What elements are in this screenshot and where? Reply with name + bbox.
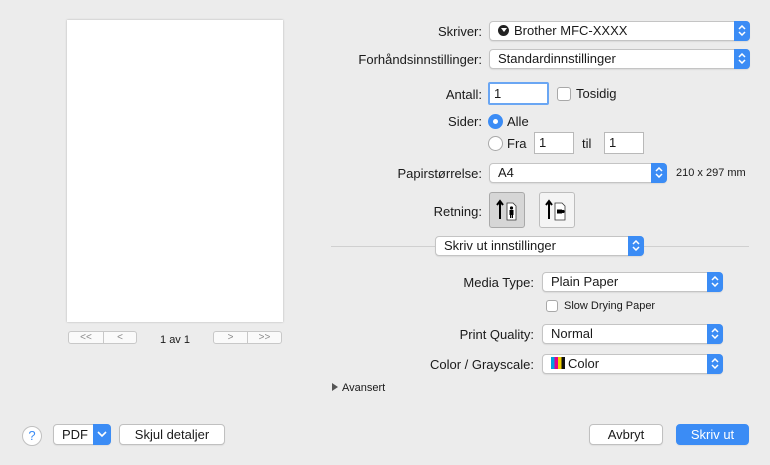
paper-dimensions: 210 x 297 mm	[676, 167, 746, 179]
print-button[interactable]: Skriv ut	[676, 424, 749, 445]
paper-size-label: Papirstørrelse:	[397, 166, 482, 181]
chevron-updown-icon	[707, 272, 723, 292]
color-mode-value: Color	[568, 356, 600, 371]
print-quality-value: Normal	[551, 326, 593, 341]
printer-status-icon	[498, 25, 509, 36]
page-preview	[67, 20, 283, 322]
color-mode-popup[interactable]: Color	[542, 354, 723, 374]
section-value: Skriv ut innstillinger	[444, 238, 556, 253]
color-mode-label: Color / Grayscale:	[429, 357, 534, 372]
printer-value: Brother MFC-XXXX	[514, 23, 628, 38]
pages-from-field[interactable]: 1	[534, 132, 574, 154]
slow-drying-label: Slow Drying Paper	[564, 300, 656, 312]
pages-range-radio[interactable]	[488, 136, 503, 151]
pdf-label: PDF	[62, 427, 88, 442]
presets-label: Forhåndsinnstillinger:	[358, 52, 482, 67]
hide-details-button[interactable]: Skjul detaljer	[119, 424, 225, 445]
section-popup[interactable]: Skriv ut innstillinger	[435, 236, 644, 256]
pages-label: Sider:	[448, 114, 482, 129]
media-type-value: Plain Paper	[551, 274, 619, 289]
disclosure-triangle-icon	[332, 383, 338, 391]
landscape-icon	[545, 199, 566, 221]
chevron-updown-icon	[628, 236, 644, 256]
paper-size-value: A4	[498, 165, 514, 180]
advanced-disclosure[interactable]: Avansert	[332, 382, 385, 394]
media-type-popup[interactable]: Plain Paper	[542, 272, 723, 292]
presets-popup[interactable]: Standardinnstillinger	[489, 49, 750, 69]
pages-all-label: Alle	[507, 114, 529, 129]
portrait-button[interactable]	[489, 192, 525, 228]
chevron-down-icon	[93, 424, 111, 445]
printer-label: Skriver:	[437, 24, 482, 39]
chevron-updown-icon	[707, 354, 723, 374]
pages-from-label: Fra	[507, 136, 527, 151]
page-counter: 1 av 1	[160, 334, 190, 346]
portrait-icon	[496, 199, 517, 221]
chevron-updown-icon	[651, 163, 667, 183]
pdf-menu-button[interactable]: PDF	[53, 424, 111, 445]
advanced-label: Avansert	[342, 382, 386, 394]
copies-label: Antall:	[445, 87, 482, 102]
help-button[interactable]: ?	[22, 426, 42, 446]
print-quality-popup[interactable]: Normal	[542, 324, 723, 344]
printer-popup[interactable]: Brother MFC-XXXX	[489, 21, 750, 41]
landscape-button[interactable]	[539, 192, 575, 228]
media-type-label: Media Type:	[463, 275, 534, 290]
chevron-updown-icon	[707, 324, 723, 344]
previous-page-button[interactable]: <	[103, 331, 137, 344]
last-page-button[interactable]: >>	[247, 331, 282, 344]
cancel-button[interactable]: Avbryt	[589, 424, 663, 445]
print-quality-label: Print Quality:	[459, 327, 534, 342]
slow-drying-checkbox[interactable]	[546, 300, 558, 312]
pages-to-field[interactable]: 1	[604, 132, 644, 154]
presets-value: Standardinnstillinger	[498, 51, 616, 66]
copies-field[interactable]: 1	[488, 82, 549, 105]
duplex-label: Tosidig	[576, 86, 617, 101]
chevron-updown-icon	[734, 49, 750, 69]
color-swatch-icon	[551, 357, 565, 369]
pages-all-radio[interactable]	[488, 114, 503, 129]
first-page-button[interactable]: <<	[68, 331, 104, 344]
chevron-updown-icon	[734, 21, 750, 41]
next-page-button[interactable]: >	[213, 331, 248, 344]
pages-to-label: til	[582, 136, 592, 151]
duplex-checkbox[interactable]	[557, 87, 571, 101]
paper-size-popup[interactable]: A4	[489, 163, 667, 183]
orientation-label: Retning:	[433, 204, 482, 219]
